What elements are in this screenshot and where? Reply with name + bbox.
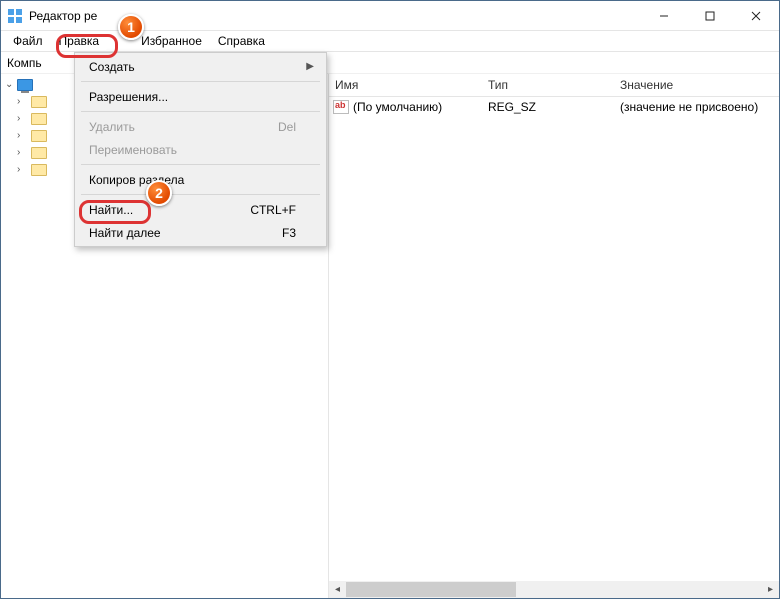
folder-icon (31, 130, 47, 142)
titlebar: Редактор ре (1, 1, 779, 31)
list-pane: Имя Тип Значение (По умолчанию) REG_SZ (… (329, 74, 779, 598)
scroll-thumb[interactable] (346, 582, 516, 597)
list-row[interactable]: (По умолчанию) REG_SZ (значение не присв… (329, 97, 779, 116)
chevron-right-icon[interactable]: › (17, 130, 29, 141)
menu-copy-key-name[interactable]: Копиров раздела (77, 168, 324, 191)
edit-menu-dropdown: Создать ▶ Разрешения... Удалить Del Пере… (74, 52, 327, 247)
folder-icon (31, 96, 47, 108)
menu-label: Создать (89, 60, 135, 74)
menu-separator (81, 164, 320, 165)
menu-separator (81, 81, 320, 82)
menu-create[interactable]: Создать ▶ (77, 55, 324, 78)
cell-name: (По умолчанию) (353, 100, 482, 114)
menu-separator (81, 111, 320, 112)
folder-icon (31, 164, 47, 176)
menu-label: Найти... (89, 203, 133, 217)
string-value-icon (333, 100, 349, 114)
address-path: Компь (7, 56, 42, 70)
close-button[interactable] (733, 1, 779, 31)
app-icon (7, 8, 23, 24)
menu-shortcut: Del (278, 120, 296, 134)
folder-icon (31, 113, 47, 125)
col-type[interactable]: Тип (482, 78, 614, 92)
window-title: Редактор ре (29, 9, 97, 23)
menu-file[interactable]: Файл (5, 32, 51, 50)
window-frame: Редактор ре Файл Правка Избранное Справк… (0, 0, 780, 599)
menu-shortcut: F3 (282, 226, 296, 240)
menu-find-next[interactable]: Найти далее F3 (77, 221, 324, 244)
menu-label: Удалить (89, 120, 135, 134)
menu-help[interactable]: Справка (210, 32, 273, 50)
chevron-right-icon[interactable]: › (17, 113, 29, 124)
window-controls (641, 1, 779, 31)
menu-delete: Удалить Del (77, 115, 324, 138)
column-headers: Имя Тип Значение (329, 74, 779, 97)
menu-label: Переименовать (89, 143, 177, 157)
menu-shortcut: CTRL+F (250, 203, 296, 217)
folder-icon (31, 147, 47, 159)
menu-permissions[interactable]: Разрешения... (77, 85, 324, 108)
cell-value: (значение не присвоено) (614, 100, 779, 114)
chevron-right-icon[interactable]: › (17, 96, 29, 107)
chevron-right-icon[interactable]: › (17, 147, 29, 158)
chevron-right-icon: ▶ (306, 61, 314, 72)
chevron-right-icon[interactable]: › (17, 164, 29, 175)
col-value[interactable]: Значение (614, 78, 779, 92)
maximize-button[interactable] (687, 1, 733, 31)
minimize-button[interactable] (641, 1, 687, 31)
menu-label: Копиров раздела (89, 173, 184, 187)
menu-rename: Переименовать (77, 138, 324, 161)
scroll-left-icon[interactable]: ◂ (329, 581, 346, 598)
menu-separator (81, 194, 320, 195)
menu-label: Разрешения... (89, 90, 168, 104)
menu-edit[interactable]: Правка (51, 32, 108, 50)
computer-icon (17, 79, 33, 91)
menu-favorites[interactable]: Избранное (133, 32, 210, 50)
menubar: Файл Правка Избранное Справка (1, 31, 779, 52)
chevron-down-icon[interactable]: ⌄ (5, 79, 17, 90)
menu-label: Найти далее (89, 226, 161, 240)
scroll-right-icon[interactable]: ▸ (762, 581, 779, 598)
horizontal-scrollbar[interactable]: ◂ ▸ (329, 581, 779, 598)
menu-find[interactable]: Найти... CTRL+F (77, 198, 324, 221)
col-name[interactable]: Имя (329, 78, 482, 92)
cell-type: REG_SZ (482, 100, 614, 114)
